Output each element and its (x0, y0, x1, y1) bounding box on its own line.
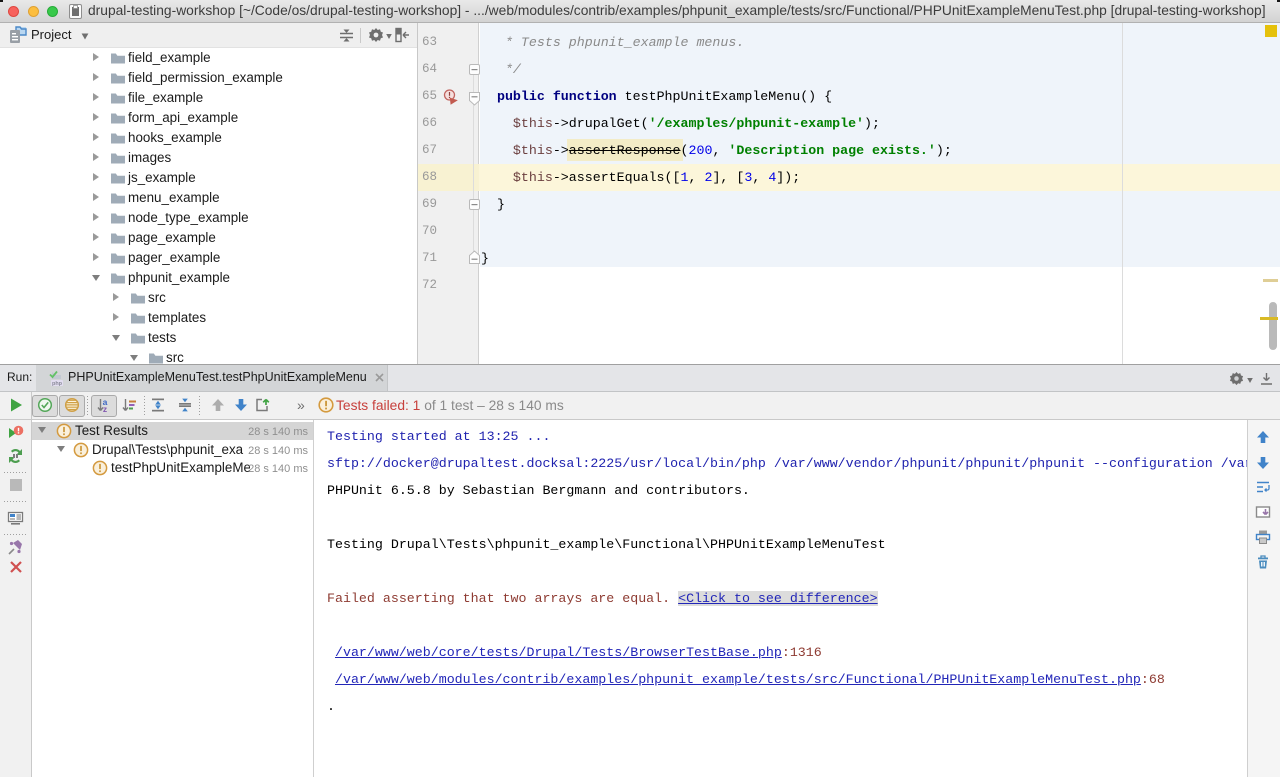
svg-text:php: php (52, 381, 63, 387)
svg-text:z: z (103, 404, 107, 413)
